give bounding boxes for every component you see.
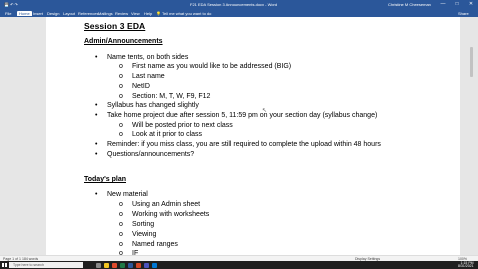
window-title: F21 EDA Session 3 Announcements.docx - W… bbox=[190, 2, 278, 7]
sub-bullet-icon: o bbox=[119, 131, 123, 138]
list-item: Look at it prior to class bbox=[132, 131, 203, 138]
list-item: Take home project due after session 5, 1… bbox=[107, 112, 378, 119]
tab-file[interactable]: File bbox=[5, 11, 11, 16]
list-item: New material bbox=[107, 191, 148, 198]
bullet-icon: • bbox=[95, 191, 98, 198]
list-item: Syllabus has changed slightly bbox=[107, 102, 199, 109]
list-item: Using an Admin sheet bbox=[132, 201, 201, 208]
share-button[interactable]: Share bbox=[458, 11, 469, 16]
sub-bullet-icon: o bbox=[119, 63, 123, 70]
list-item: Viewing bbox=[132, 231, 157, 238]
document-page[interactable]: Session 3 EDA Admin/Announcements • Name… bbox=[46, 17, 460, 255]
chrome-icon[interactable] bbox=[112, 262, 117, 268]
quick-access-toolbar[interactable]: 💾 ↶ ↷ bbox=[4, 2, 18, 7]
close-button[interactable]: ✕ bbox=[468, 1, 474, 7]
list-item: Section: M, T, W, F9, F12 bbox=[132, 93, 211, 100]
title-bar: 💾 ↶ ↷ F21 EDA Session 3 Announcements.do… bbox=[0, 0, 478, 9]
bullet-icon: • bbox=[95, 151, 98, 158]
sub-bullet-icon: o bbox=[119, 93, 123, 100]
taskbar: Type here to search 1:15 PM 8/31/2021 bbox=[0, 261, 478, 269]
ribbon-tabs: File Home Insert Design Layout Reference… bbox=[0, 9, 478, 17]
maximize-button[interactable]: □ bbox=[454, 1, 460, 7]
list-item: Working with worksheets bbox=[132, 211, 210, 218]
sub-bullet-icon: o bbox=[119, 211, 123, 218]
bullet-icon: • bbox=[95, 54, 98, 61]
document-canvas: Session 3 EDA Admin/Announcements • Name… bbox=[0, 17, 478, 255]
sub-bullet-icon: o bbox=[119, 221, 123, 228]
tab-design[interactable]: Design bbox=[47, 11, 59, 16]
document-title: Session 3 EDA bbox=[84, 21, 146, 31]
user-name[interactable]: Christine M Cheeseman bbox=[388, 2, 431, 7]
minimize-button[interactable]: — bbox=[440, 1, 446, 7]
tab-references[interactable]: References bbox=[78, 11, 98, 16]
outlook-icon[interactable] bbox=[152, 262, 157, 268]
mouse-cursor-icon: ↖ bbox=[262, 108, 268, 114]
windows-start-icon[interactable] bbox=[2, 262, 7, 268]
list-item: NetID bbox=[132, 83, 150, 90]
excel-icon[interactable] bbox=[120, 262, 125, 268]
taskbar-clock[interactable]: 1:15 PM 8/31/2021 bbox=[458, 261, 474, 269]
section-heading-admin: Admin/Announcements bbox=[84, 38, 163, 45]
sub-bullet-icon: o bbox=[119, 231, 123, 238]
sub-bullet-icon: o bbox=[119, 73, 123, 80]
file-explorer-icon[interactable] bbox=[104, 262, 109, 268]
tab-help[interactable]: Help bbox=[144, 11, 152, 16]
sub-bullet-icon: o bbox=[119, 241, 123, 248]
list-item: Questions/announcements? bbox=[107, 151, 195, 158]
word-icon[interactable] bbox=[128, 262, 133, 268]
powerpoint-icon[interactable] bbox=[136, 262, 141, 268]
tab-layout[interactable]: Layout bbox=[63, 11, 75, 16]
tab-home[interactable]: Home bbox=[17, 10, 32, 16]
list-item: Name tents, on both sides bbox=[107, 54, 189, 61]
bullet-icon: • bbox=[95, 102, 98, 109]
list-item: Reminder: if you miss class, you are sti… bbox=[107, 141, 381, 148]
list-item: Named ranges bbox=[132, 241, 178, 248]
tab-review[interactable]: Review bbox=[115, 11, 128, 16]
tell-me-search[interactable]: Tell me what you want to do bbox=[162, 11, 211, 16]
tab-mailings[interactable]: Mailings bbox=[98, 11, 113, 16]
section-heading-plan: Today's plan bbox=[84, 176, 126, 183]
sub-bullet-icon: o bbox=[119, 122, 123, 129]
scrollbar-thumb[interactable] bbox=[470, 47, 473, 77]
tab-view[interactable]: View bbox=[131, 11, 140, 16]
sub-bullet-icon: o bbox=[119, 83, 123, 90]
list-item: First name as you would like to be addre… bbox=[132, 63, 292, 70]
bullet-icon: • bbox=[95, 112, 98, 119]
lightbulb-icon: 💡 bbox=[156, 10, 161, 16]
tab-insert[interactable]: Insert bbox=[33, 11, 43, 16]
teams-icon[interactable] bbox=[144, 262, 149, 268]
sub-bullet-icon: o bbox=[119, 201, 123, 208]
vertical-scrollbar[interactable] bbox=[469, 17, 474, 255]
list-item: Sorting bbox=[132, 221, 155, 228]
list-item: Will be posted prior to next class bbox=[132, 122, 233, 129]
task-view-icon[interactable] bbox=[96, 262, 101, 268]
clock-date: 8/31/2021 bbox=[458, 264, 474, 268]
list-item: Last name bbox=[132, 73, 165, 80]
taskbar-search-input[interactable]: Type here to search bbox=[9, 262, 83, 268]
bullet-icon: • bbox=[95, 141, 98, 148]
